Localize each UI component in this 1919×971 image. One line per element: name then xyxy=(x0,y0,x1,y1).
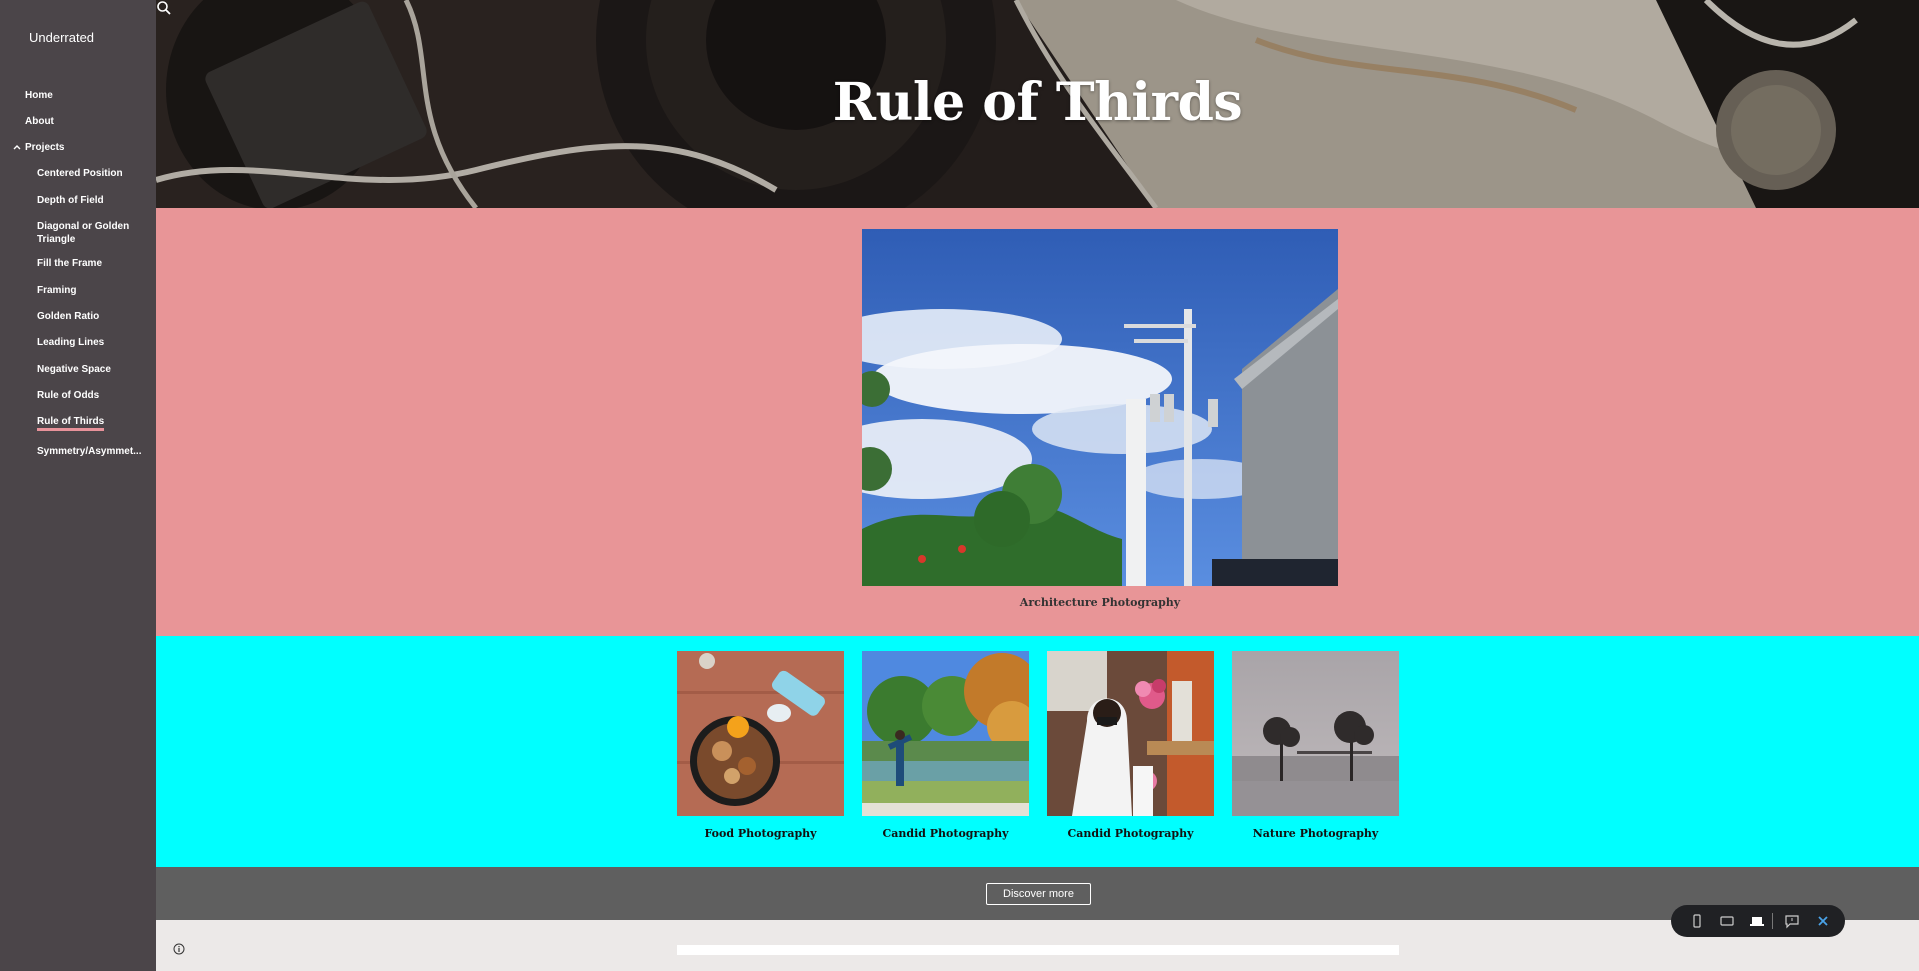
search-icon[interactable] xyxy=(156,0,172,16)
chevron-up-icon[interactable] xyxy=(12,142,22,152)
sidebar-item-depth-of-field[interactable]: Depth of Field xyxy=(37,194,149,207)
candid-photo-flowers xyxy=(1047,651,1214,816)
sidebar-item-about[interactable]: About xyxy=(25,115,54,128)
feature-section: Architecture Photography xyxy=(156,208,1919,636)
gallery-section: Food Photography Candid Photography Cand… xyxy=(156,636,1919,867)
gallery-caption: Nature Photography xyxy=(1252,827,1379,840)
sidebar-item-diagonal-golden-triangle[interactable]: Diagonal or Golden Triangle xyxy=(37,220,149,246)
sidebar-item-projects[interactable]: Projects xyxy=(25,141,64,154)
toolbar-divider xyxy=(1772,913,1773,929)
page-title: Rule of Thirds xyxy=(832,72,1243,133)
sidebar-item-negative-space[interactable]: Negative Space xyxy=(37,363,149,376)
gallery-caption: Candid Photography xyxy=(1067,827,1194,840)
site-title[interactable]: Underrated xyxy=(29,30,94,45)
feedback-icon[interactable] xyxy=(1784,913,1800,929)
gallery-caption: Candid Photography xyxy=(882,827,1009,840)
sidebar-item-framing[interactable]: Framing xyxy=(37,284,149,297)
architecture-photo xyxy=(862,229,1338,586)
main-content: Rule of Thirds Architecture Photography … xyxy=(156,0,1919,971)
sidebar-item-leading-lines[interactable]: Leading Lines xyxy=(37,336,149,349)
gallery-item-candid-2[interactable] xyxy=(1047,651,1214,816)
feature-image[interactable] xyxy=(862,229,1338,586)
sidebar-item-label: Rule of Thirds xyxy=(37,416,105,431)
sidebar-item-golden-ratio[interactable]: Golden Ratio xyxy=(37,310,149,323)
footer xyxy=(156,920,1919,971)
food-photo xyxy=(677,651,844,816)
gallery-item-food[interactable] xyxy=(677,651,844,816)
sidebar-item-fill-the-frame[interactable]: Fill the Frame xyxy=(37,257,149,270)
sidebar-item-centered-position[interactable]: Centered Position xyxy=(37,167,149,180)
sidebar-item-home[interactable]: Home xyxy=(25,89,53,102)
footer-bar xyxy=(677,945,1399,955)
gallery-caption: Food Photography xyxy=(704,827,817,840)
gallery-item-nature[interactable] xyxy=(1232,651,1399,816)
hero-banner: Rule of Thirds xyxy=(156,0,1919,208)
sidebar: Underrated Home About Projects Centered … xyxy=(0,0,156,971)
sidebar-item-rule-of-odds[interactable]: Rule of Odds xyxy=(37,389,149,402)
sidebar-item-symmetry-asymmetry[interactable]: Symmetry/Asymmet... xyxy=(37,445,149,458)
info-icon[interactable] xyxy=(173,943,185,955)
preview-toolbar xyxy=(1671,905,1845,937)
feature-caption: Architecture Photography xyxy=(1019,596,1181,609)
close-icon[interactable] xyxy=(1815,913,1831,929)
phone-preview-icon[interactable] xyxy=(1689,913,1705,929)
sidebar-item-rule-of-thirds[interactable]: Rule of Thirds xyxy=(37,415,149,431)
tablet-preview-icon[interactable] xyxy=(1719,913,1735,929)
gallery-item-candid-1[interactable] xyxy=(862,651,1029,816)
candid-photo-park xyxy=(862,651,1029,816)
laptop-preview-icon[interactable] xyxy=(1749,913,1765,929)
nature-photo xyxy=(1232,651,1399,816)
discover-section: Discover more xyxy=(156,867,1919,920)
discover-more-button[interactable]: Discover more xyxy=(986,883,1091,905)
